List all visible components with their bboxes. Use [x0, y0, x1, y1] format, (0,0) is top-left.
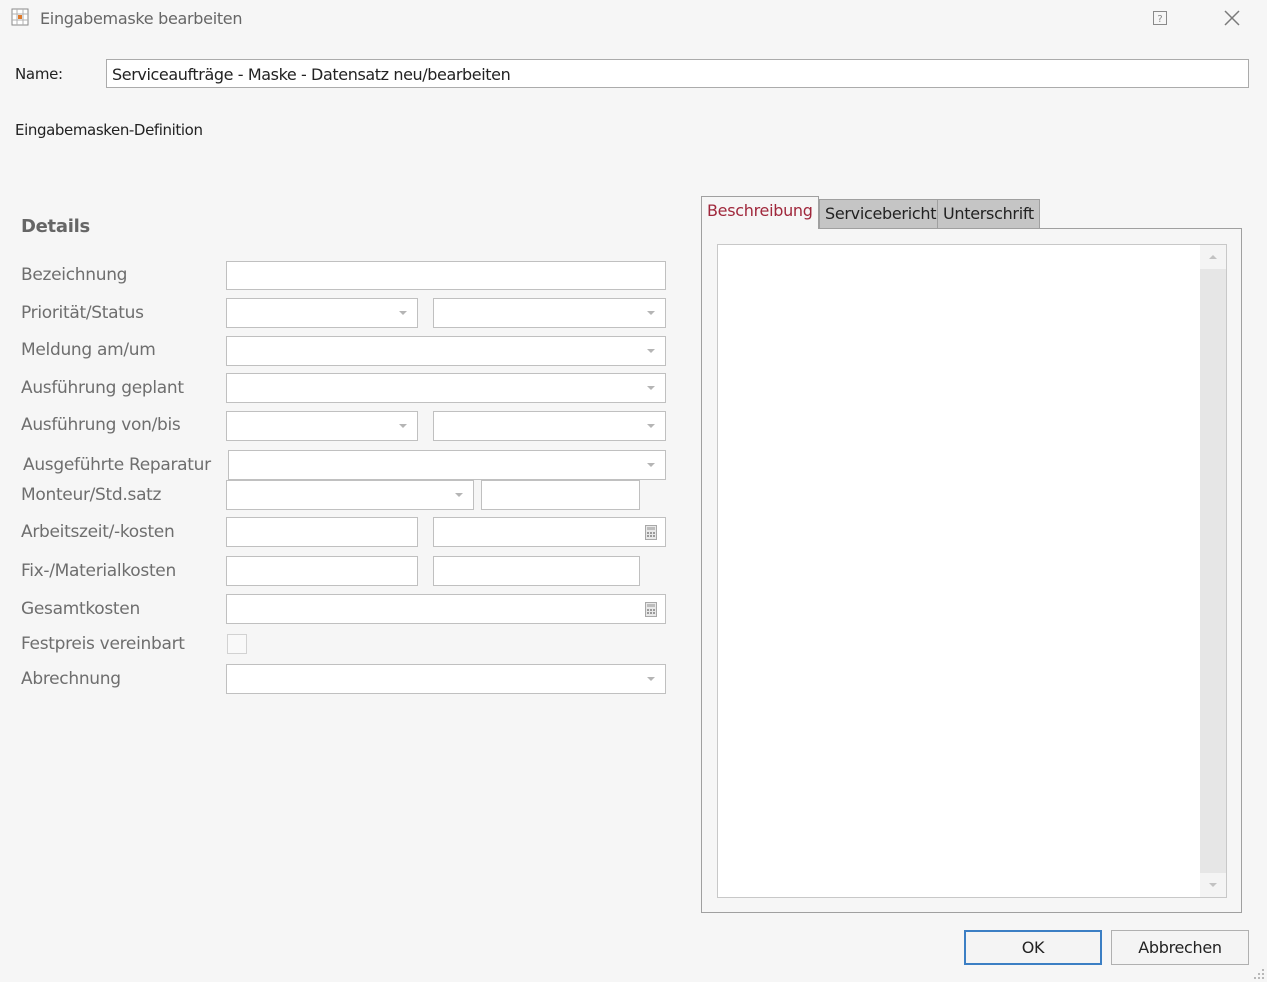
label-fixkosten: Fix-/Materialkosten: [21, 561, 176, 581]
svg-text:?: ?: [1157, 14, 1162, 25]
materialkosten-input[interactable]: [433, 556, 640, 586]
gesamtkosten-input[interactable]: [226, 594, 666, 624]
resize-grip-icon[interactable]: [1253, 968, 1265, 980]
scroll-up-button[interactable]: [1200, 245, 1226, 269]
label-gesamtkosten: Gesamtkosten: [21, 599, 140, 619]
monteur-select[interactable]: [226, 480, 474, 510]
label-festpreis: Festpreis vereinbart: [21, 634, 185, 654]
label-monteur: Monteur/Std.satz: [21, 485, 162, 505]
name-label: Name:: [15, 65, 63, 83]
window-title: Eingabemaske bearbeiten: [40, 9, 243, 28]
status-select[interactable]: [433, 298, 666, 328]
chevron-down-icon: [647, 386, 655, 390]
calculator-icon[interactable]: [645, 602, 657, 617]
label-abrechnung: Abrechnung: [21, 669, 121, 689]
cancel-button[interactable]: Abbrechen: [1111, 930, 1249, 965]
close-icon[interactable]: [1223, 9, 1241, 27]
label-bezeichnung: Bezeichnung: [21, 265, 128, 285]
chevron-down-icon: [647, 677, 655, 681]
label-prioritaet-status: Priorität/Status: [21, 303, 144, 323]
abrechnung-select[interactable]: [226, 664, 666, 694]
label-meldung: Meldung am/um: [21, 340, 156, 360]
details-title: Details: [21, 216, 90, 237]
chevron-down-icon: [647, 463, 655, 467]
chevron-down-icon: [399, 424, 407, 428]
name-input[interactable]: Serviceaufträge - Maske - Datensatz neu/…: [106, 59, 1249, 88]
memo-scrollbar[interactable]: [1200, 245, 1226, 897]
scroll-down-button[interactable]: [1200, 873, 1226, 897]
help-icon[interactable]: ?: [1152, 10, 1168, 26]
beschreibung-memo[interactable]: [717, 244, 1227, 898]
chevron-down-icon: [1209, 883, 1217, 887]
definition-label: Eingabemasken-Definition: [15, 121, 203, 139]
chevron-down-icon: [399, 311, 407, 315]
tab-servicebericht[interactable]: Servicebericht: [819, 199, 943, 229]
fixkosten-input[interactable]: [226, 556, 418, 586]
calculator-icon[interactable]: [645, 525, 657, 540]
ausfuehrung-von-select[interactable]: [226, 411, 418, 441]
chevron-down-icon: [647, 349, 655, 353]
chevron-down-icon: [647, 424, 655, 428]
ausfuehrung-bis-select[interactable]: [433, 411, 666, 441]
stundensatz-input[interactable]: [481, 480, 640, 510]
meldung-datetime[interactable]: [226, 336, 666, 366]
chevron-down-icon: [647, 311, 655, 315]
form-icon: [11, 8, 29, 26]
label-ausfuehrung-geplant: Ausführung geplant: [21, 378, 184, 398]
ok-button[interactable]: OK: [964, 930, 1102, 965]
arbeitskosten-input[interactable]: [433, 517, 666, 547]
label-ausfuehrung-von-bis: Ausführung von/bis: [21, 415, 181, 435]
prioritaet-select[interactable]: [226, 298, 418, 328]
chevron-down-icon: [455, 493, 463, 497]
ausfuehrung-geplant-select[interactable]: [226, 373, 666, 403]
chevron-up-icon: [1209, 255, 1217, 259]
tab-unterschrift[interactable]: Unterschrift: [937, 199, 1040, 229]
bezeichnung-input[interactable]: [226, 261, 666, 290]
arbeitszeit-input[interactable]: [226, 517, 418, 547]
ausgefuehrte-reparatur-select[interactable]: [228, 450, 666, 480]
tab-beschreibung[interactable]: Beschreibung: [701, 196, 819, 229]
festpreis-checkbox[interactable]: [227, 634, 247, 654]
label-ausgefuehrte-reparatur: Ausgeführte Reparatur: [23, 455, 211, 475]
label-arbeitszeit: Arbeitszeit/-kosten: [21, 522, 175, 542]
